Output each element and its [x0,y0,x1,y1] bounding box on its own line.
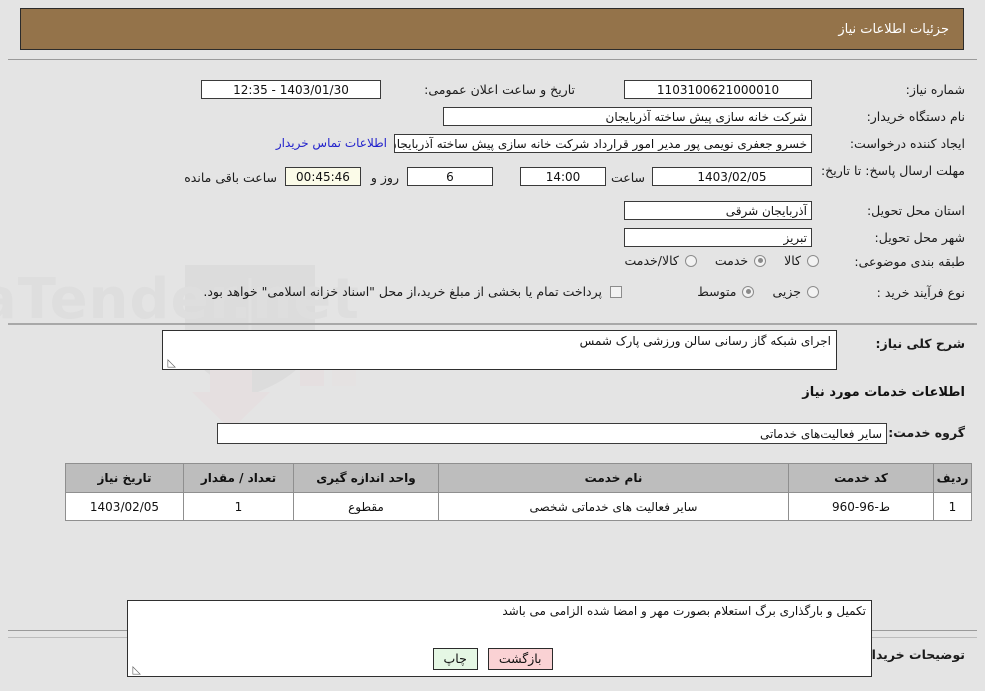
cell-need-date: 1403/02/05 [65,492,184,521]
deadline-date-value: 1403/02/05 [652,167,812,186]
announcement-row: تاریخ و ساعت اعلان عمومی: [424,82,575,97]
remaining-time-counter: 00:45:46 [285,167,361,186]
col-row-no: ردیف [933,463,972,493]
requirement-section: شرح کلی نیاز: اجرای شبکه گاز رسانی سالن … [8,325,977,677]
cell-service-name: سایر فعالیت های خدماتی شخصی [438,492,789,521]
announcement-value: 1403/01/30 - 12:35 [201,80,381,99]
process-type-options: جزیی متوسط [679,284,819,299]
category-option-khedmat-label: خدمت [714,253,749,268]
province-row: استان محل تحویل: [867,203,965,218]
service-group-label: گروه خدمت: [888,425,965,440]
creator-value: خسرو جعفری نویمی پور مدیر امور قرارداد ش… [394,134,812,153]
city-row: شهر محل تحویل: [875,230,965,245]
radio-motevasset[interactable] [742,285,755,298]
details-panel: شماره نیاز: 1103100621000010 تاریخ و ساع… [8,59,977,677]
col-unit: واحد اندازه گیری [293,463,439,493]
category-options: کالا خدمت کالا/خدمت [606,253,819,268]
city-label: شهر محل تحویل: [874,230,965,245]
radio-jozei[interactable] [807,285,819,298]
process-type-label: نوع فرآیند خرید : [876,285,965,300]
print-button[interactable]: چاپ [432,648,478,670]
need-number-value: 1103100621000010 [624,80,812,99]
deadline-label: مهلت ارسال پاسخ: تا تاریخ: [820,163,965,178]
page-title: جزئیات اطلاعات نیاز [838,21,949,37]
process-option-motevasset-label: متوسط [697,284,737,299]
deadline-hour-label: ساعت [610,170,645,185]
category-label: طبقه بندی موضوعی: [854,254,965,269]
radio-kala-khedmat[interactable] [684,254,697,267]
category-option-kala-khedmat[interactable]: کالا/خدمت [624,253,697,268]
col-service-name: نام خدمت [438,463,789,493]
table-row: 1 ط-96-960 سایر فعالیت های خدماتی شخصی م… [65,492,972,521]
city-value: تبریز [624,228,812,247]
treasury-docs-label: پرداخت تمام یا بخشی از مبلغ خرید،از محل … [203,284,602,299]
cell-quantity: 1 [183,492,294,521]
col-need-date: تاریخ نیاز [65,463,184,493]
category-option-kala-label: کالا [784,253,801,268]
buyer-org-value: شرکت خانه سازی پیش ساخته آذربایجان [443,107,812,126]
buyer-org-row: نام دستگاه خریدار: [867,109,965,124]
remaining-time-label: ساعت باقی مانده [184,170,277,185]
buyer-org-label: نام دستگاه خریدار: [866,109,965,124]
resize-grip-icon[interactable]: ◺ [166,357,176,368]
table-header-row: ردیف کد خدمت نام خدمت واحد اندازه گیری ت… [65,463,972,493]
province-value: آذربایجان شرقی [624,201,812,220]
general-description-value: اجرای شبکه گاز رسانی سالن ورزشی پارک شمس [579,334,831,348]
process-type-row: نوع فرآیند خرید : [877,285,965,300]
cell-row-no: 1 [933,492,972,521]
buyer-contact-link[interactable]: اطلاعات تماس خریدار [276,136,387,150]
creator-label: ایجاد کننده درخواست: [849,136,965,151]
col-quantity: تعداد / مقدار [183,463,294,493]
need-number-label: شماره نیاز: [905,82,965,97]
cell-unit: مقطوع [293,492,439,521]
need-number-row: شماره نیاز: [906,82,965,97]
treasury-docs-checkbox[interactable] [610,285,622,298]
treasury-docs-checkbox-row[interactable]: پرداخت تمام یا بخشی از مبلغ خرید،از محل … [203,284,622,299]
general-description-label: شرح کلی نیاز: [875,336,965,351]
process-option-motevasset[interactable]: متوسط [697,284,755,299]
back-button[interactable]: بازگشت [487,648,553,670]
general-description-textarea[interactable]: اجرای شبکه گاز رسانی سالن ورزشی پارک شمس… [162,330,837,370]
category-option-kala-khedmat-label: کالا/خدمت [624,253,679,268]
radio-kala[interactable] [807,254,819,267]
creator-row: ایجاد کننده درخواست: [850,136,965,151]
process-option-jozei-label: جزیی [772,284,801,299]
deadline-row: مهلت ارسال پاسخ: تا تاریخ: [821,163,965,179]
summary-section: شماره نیاز: 1103100621000010 تاریخ و ساع… [8,60,977,325]
buyer-notes-value: تکمیل و بارگذاری برگ استعلام بصورت مهر و… [502,604,866,618]
remaining-days-value: 6 [407,167,493,186]
service-group-value: سایر فعالیت‌های خدماتی [217,423,887,444]
cell-service-code: ط-96-960 [788,492,934,521]
deadline-hour-value: 14:00 [520,167,606,186]
radio-khedmat[interactable] [754,254,767,267]
announcement-label: تاریخ و ساعت اعلان عمومی: [424,82,575,97]
process-option-jozei[interactable]: جزیی [772,284,819,299]
col-service-code: کد خدمت [788,463,934,493]
services-heading: اطلاعات خدمات مورد نیاز [802,385,965,400]
service-items-table: ردیف کد خدمت نام خدمت واحد اندازه گیری ت… [65,463,972,521]
footer-actions: بازگشت چاپ [0,648,985,670]
window-title-bar: جزئیات اطلاعات نیاز [20,8,964,50]
remaining-days-label: روز و [370,170,399,185]
province-label: استان محل تحویل: [866,203,965,218]
page-root: AriaTender.net جزئیات اطلاعات نیاز شماره… [0,0,985,691]
category-row: طبقه بندی موضوعی: [854,254,965,269]
category-option-kala[interactable]: کالا [784,253,819,268]
category-option-khedmat[interactable]: خدمت [714,253,767,268]
